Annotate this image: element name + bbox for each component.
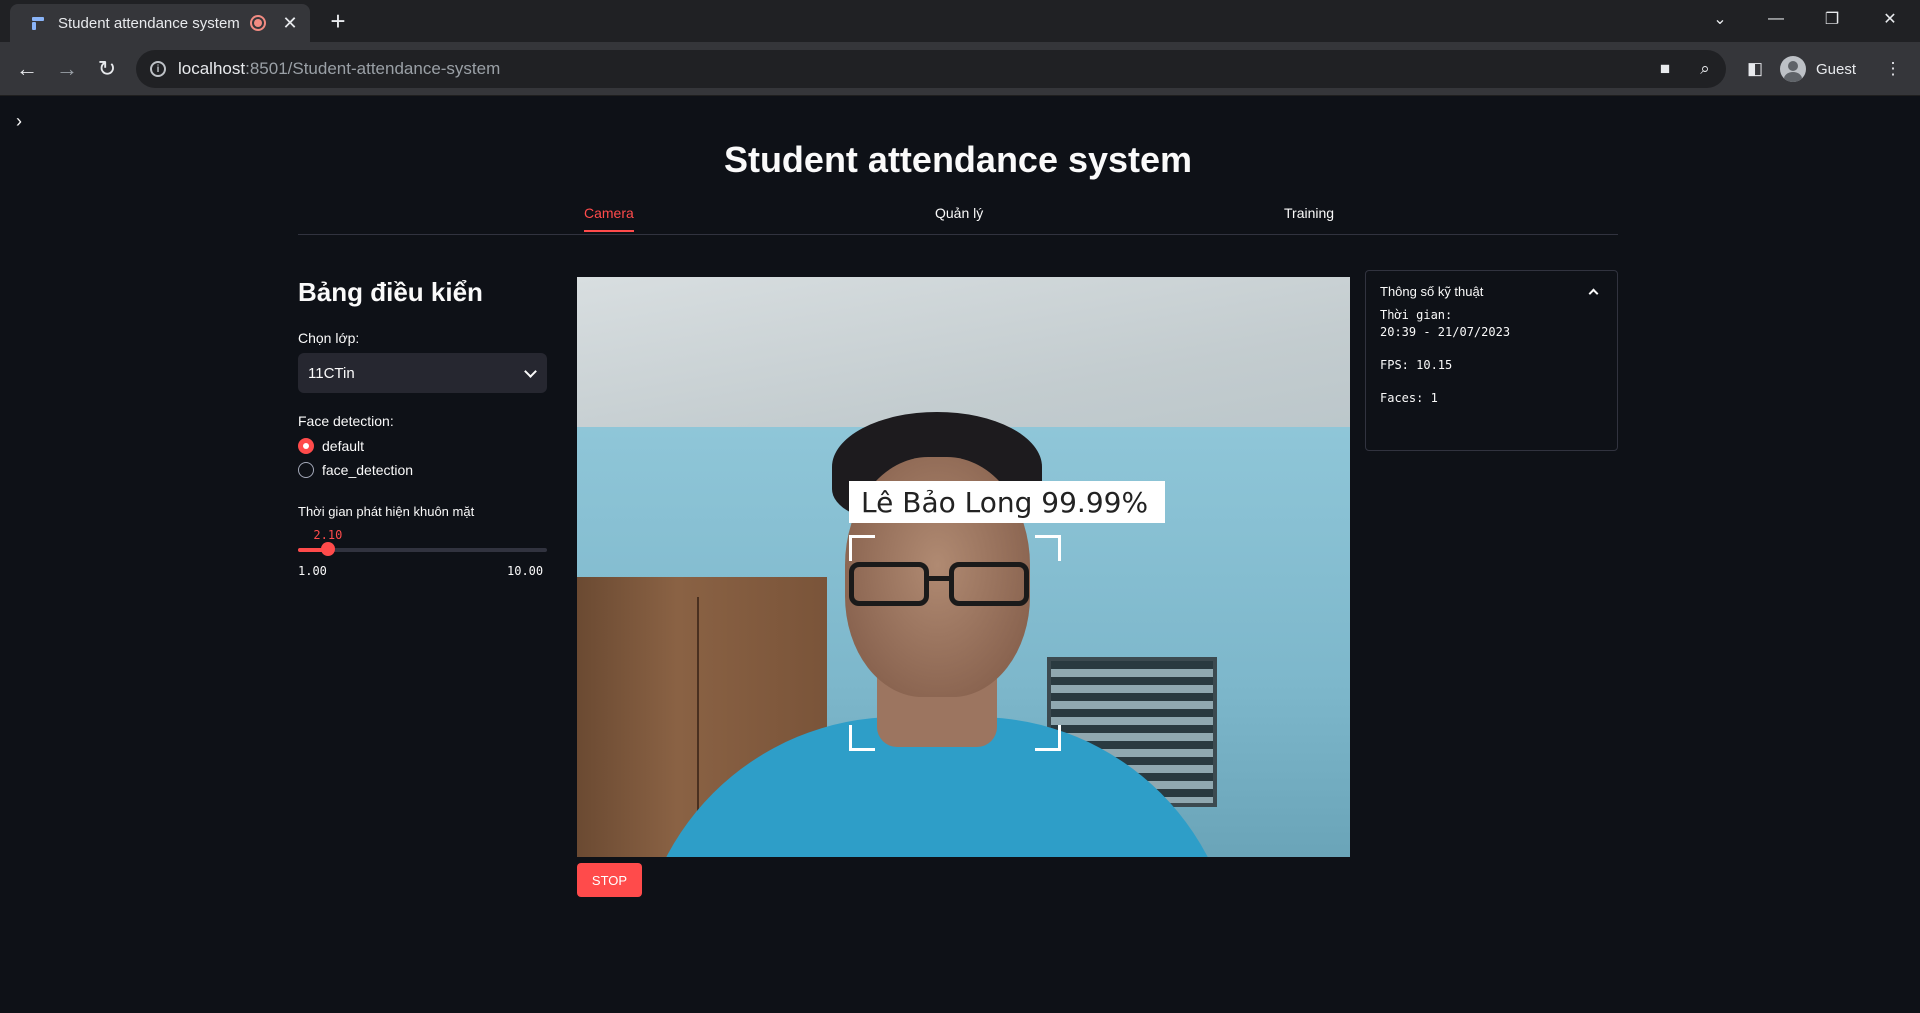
radio-label-face-detection: face_detection [322,462,414,478]
slider-track[interactable] [298,548,547,552]
slider-label: Thời gian phát hiện khuôn mặt [298,504,475,519]
chevron-up-icon[interactable] [1588,288,1599,299]
recording-indicator-icon [250,15,266,31]
tab-camera[interactable]: Camera [584,205,634,232]
app-container: › Student attendance system Camera Quản … [0,97,1920,1013]
camera-in-use-icon[interactable]: ■ [1652,56,1678,82]
camera-feed: Lê Bảo Long 99.99% [577,277,1350,857]
class-select-value: 11CTin [308,364,355,382]
face-box-corner [1035,535,1061,561]
tab-title: Student attendance system [58,14,240,32]
address-bar[interactable]: i localhost:8501/Student-attendance-syst… [136,50,1726,88]
class-select[interactable]: 11CTin [298,353,547,393]
browser-menu-icon[interactable]: ⋮ [1880,56,1906,82]
sidebar-expand-chevron-icon[interactable]: › [16,111,22,132]
recognized-face-label: Lê Bảo Long 99.99% [849,481,1165,523]
slider-max-label: 10.00 [507,564,544,578]
camera-image-person-glasses [849,562,1029,610]
close-window-button[interactable]: ✕ [1862,0,1918,38]
profile-label: Guest [1816,60,1857,78]
guest-avatar-icon [1780,56,1806,82]
face-box-corner [849,725,875,751]
radio-option-default[interactable]: default [298,438,364,454]
restore-button[interactable]: ❐ [1804,0,1860,38]
tab-bar: Camera Quản lý Training [298,205,1618,235]
slider-min-label: 1.00 [298,564,327,578]
time-value: 20:39 - 21/07/2023 [1380,325,1511,339]
profile-button[interactable]: Guest [1780,52,1856,86]
stop-button[interactable]: STOP [577,863,642,897]
browser-toolbar: ← → ↻ i localhost:8501/Student-attendanc… [0,42,1920,96]
slider-thumb[interactable] [321,542,336,556]
class-select-label: Chọn lớp: [298,330,360,346]
back-button[interactable]: ← [12,54,42,84]
close-tab-icon[interactable]: ✕ [280,13,300,34]
radio-option-face-detection[interactable]: face_detection [298,462,413,478]
tab-search-chevron-icon[interactable]: ⌄ [1692,0,1748,38]
tab-training[interactable]: Training [1284,205,1334,230]
side-panel-icon[interactable]: ◧ [1742,56,1768,82]
tech-info-expander: Thông số kỹ thuật Thời gian: 20:39 - 21/… [1365,270,1618,451]
fps-value: FPS: 10.15 [1380,358,1453,372]
radio-checked-icon [298,438,314,454]
forward-button[interactable]: → [52,54,82,84]
minimize-button[interactable]: — [1748,0,1804,38]
zoom-icon[interactable]: ⌕ [1692,56,1718,82]
new-tab-button[interactable]: + [324,8,352,34]
browser-tab-strip: Student attendance system ✕ + ⌄ — ❐ ✕ [0,0,1920,42]
radio-label-default: default [322,438,365,454]
reload-button[interactable]: ↻ [92,54,122,84]
tab-quan-ly[interactable]: Quản lý [935,205,983,230]
control-panel-title: Bảng điều kiển [298,277,483,307]
face-detection-label: Face detection: [298,413,394,429]
face-box-corner [1035,725,1061,751]
time-label: Thời gian: [1380,308,1453,322]
slider-current-value: 2.10 [313,528,343,542]
streamlit-favicon-icon [30,15,46,31]
expander-title[interactable]: Thông số kỹ thuật [1380,284,1483,299]
faces-count: Faces: 1 [1380,391,1438,405]
browser-tab[interactable]: Student attendance system ✕ [10,4,310,42]
url-text: localhost:8501/Student-attendance-system [178,59,501,78]
site-info-icon[interactable]: i [150,61,166,77]
chevron-down-icon [524,364,537,378]
face-box-corner [849,535,875,561]
page-title: Student attendance system [723,139,1193,180]
radio-unchecked-icon [298,462,314,478]
